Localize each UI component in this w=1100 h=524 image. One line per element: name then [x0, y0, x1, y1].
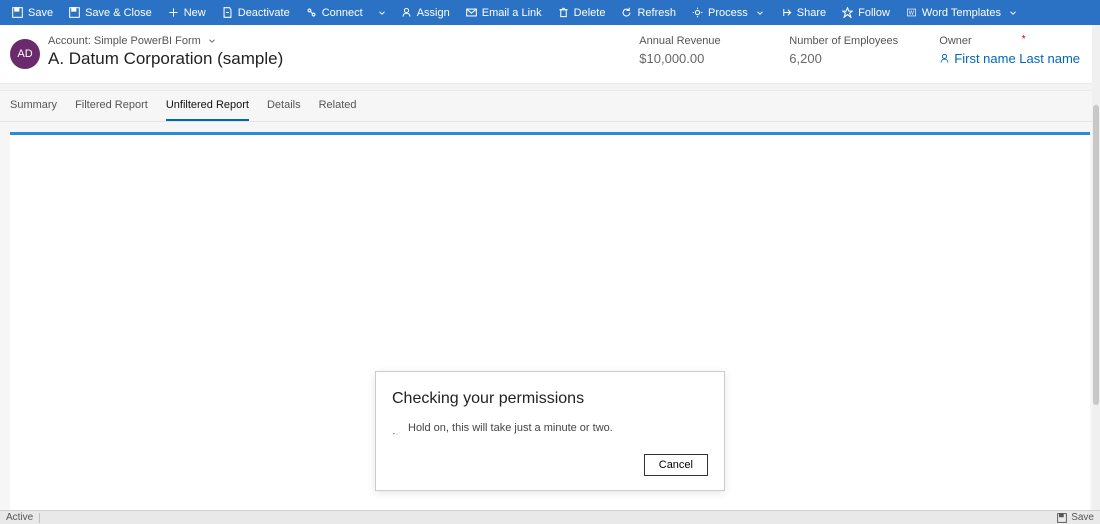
header-gap — [0, 83, 1100, 91]
delete-label: Delete — [574, 7, 606, 19]
new-label: New — [184, 7, 206, 19]
word-templates-label: Word Templates — [922, 7, 1001, 19]
num-employees-label: Number of Employees — [789, 35, 919, 47]
annual-revenue-label: Annual Revenue — [639, 35, 769, 47]
email-link-label: Email a Link — [482, 7, 542, 19]
connect-label: Connect — [322, 7, 363, 19]
owner-value: First name Last name — [954, 51, 1080, 66]
status-text: Active — [6, 512, 33, 523]
refresh-label: Refresh — [637, 7, 676, 19]
refresh-button[interactable]: Refresh — [613, 0, 684, 25]
owner-label: Owner — [939, 35, 1080, 47]
save-icon — [1057, 513, 1067, 523]
footer-save-button[interactable]: Save — [1057, 512, 1094, 523]
command-ribbon: Save Save & Close New Deactivate Connect… — [0, 0, 1100, 25]
dialog-title: Checking your permissions — [392, 390, 708, 408]
process-button[interactable]: Process — [684, 0, 773, 25]
scrollbar-thumb[interactable] — [1093, 105, 1099, 405]
form-tabs: Summary Filtered Report Unfiltered Repor… — [0, 91, 1100, 122]
connect-button[interactable]: Connect — [298, 0, 371, 25]
tab-details[interactable]: Details — [267, 99, 301, 121]
footer-save-label: Save — [1071, 512, 1094, 523]
save-close-label: Save & Close — [85, 7, 152, 19]
annual-revenue-value: $10,000.00 — [639, 51, 769, 66]
tab-filtered-report[interactable]: Filtered Report — [75, 99, 148, 121]
avatar: AD — [10, 39, 40, 69]
person-icon — [939, 53, 950, 64]
vertical-scrollbar[interactable] — [1092, 25, 1100, 510]
dialog-message: Hold on, this will take just a minute or… — [408, 422, 613, 434]
assign-button[interactable]: Assign — [393, 0, 458, 25]
header-field-annual-revenue: Annual Revenue $10,000.00 — [629, 35, 779, 69]
new-button[interactable]: New — [160, 0, 214, 25]
save-label: Save — [28, 7, 53, 19]
record-title: A. Datum Corporation (sample) — [48, 49, 283, 69]
cancel-button[interactable]: Cancel — [644, 454, 708, 476]
form-selector-label: Account: Simple PowerBI Form — [48, 35, 201, 47]
status-bar: Active Save — [0, 510, 1100, 524]
report-stage: Checking your permissions Hold on, this … — [10, 132, 1090, 511]
status-divider — [39, 513, 40, 523]
word-templates-button[interactable]: W Word Templates — [898, 0, 1026, 25]
process-label: Process — [708, 7, 748, 19]
save-and-close-button[interactable]: Save & Close — [61, 0, 160, 25]
connect-split-button[interactable] — [371, 0, 393, 25]
share-button[interactable]: Share — [773, 0, 834, 25]
num-employees-value: 6,200 — [789, 51, 919, 66]
deactivate-label: Deactivate — [238, 7, 290, 19]
follow-button[interactable]: Follow — [834, 0, 898, 25]
tab-unfiltered-report[interactable]: Unfiltered Report — [166, 99, 249, 121]
form-body: Checking your permissions Hold on, this … — [0, 122, 1100, 511]
delete-button[interactable]: Delete — [550, 0, 614, 25]
email-link-button[interactable]: Email a Link — [458, 0, 550, 25]
permissions-dialog: Checking your permissions Hold on, this … — [375, 371, 725, 491]
tab-related[interactable]: Related — [319, 99, 357, 121]
record-header: AD Account: Simple PowerBI Form A. Datum… — [0, 25, 1100, 83]
follow-label: Follow — [858, 7, 890, 19]
tab-summary[interactable]: Summary — [10, 99, 57, 121]
header-field-num-employees: Number of Employees 6,200 — [779, 35, 929, 69]
svg-text:W: W — [909, 11, 915, 17]
assign-label: Assign — [417, 7, 450, 19]
spinner-icon — [392, 423, 402, 433]
owner-link[interactable]: First name Last name — [939, 51, 1080, 66]
header-field-owner: Owner First name Last name — [929, 35, 1090, 69]
form-selector[interactable]: Account: Simple PowerBI Form — [48, 35, 283, 47]
chevron-down-icon — [207, 36, 217, 46]
save-button[interactable]: Save — [4, 0, 61, 25]
share-label: Share — [797, 7, 826, 19]
deactivate-button[interactable]: Deactivate — [214, 0, 298, 25]
